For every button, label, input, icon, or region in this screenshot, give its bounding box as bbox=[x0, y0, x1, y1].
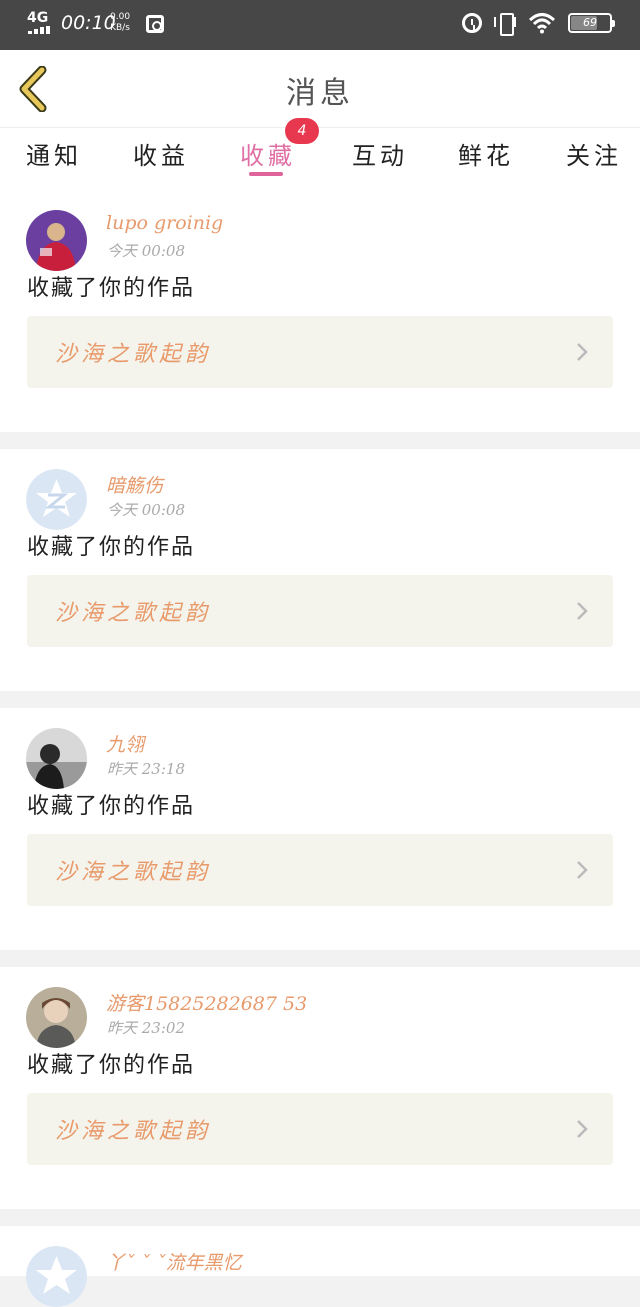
username[interactable]: 游客15825282687 53 bbox=[106, 989, 307, 1016]
work-link[interactable]: 沙海之歌起韵 bbox=[27, 575, 613, 647]
work-title: 沙海之歌起韵 bbox=[55, 601, 212, 626]
wifi-icon bbox=[528, 13, 556, 34]
signal-icon bbox=[28, 26, 54, 34]
action-text: 收藏了你的作品 bbox=[27, 1053, 196, 1078]
network-type: 4G bbox=[27, 10, 49, 26]
tab-flowers[interactable]: 鲜花 bbox=[458, 136, 514, 171]
action-text: 收藏了你的作品 bbox=[27, 794, 196, 819]
tab-following[interactable]: 关注 bbox=[566, 136, 622, 171]
tab-notifications[interactable]: 通知 bbox=[26, 136, 82, 171]
chevron-right-icon bbox=[577, 343, 588, 361]
vibrate-icon bbox=[494, 12, 516, 36]
battery-icon: 69 bbox=[568, 13, 615, 33]
work-title: 沙海之歌起韵 bbox=[55, 342, 212, 367]
active-tab-indicator bbox=[249, 172, 283, 176]
app-header: 消息 bbox=[0, 50, 640, 128]
timestamp: 今天 00:08 bbox=[107, 501, 185, 519]
username[interactable]: 丫ˇ ˇ ˇ流年黑忆 bbox=[106, 1248, 242, 1275]
avatar[interactable] bbox=[26, 1246, 87, 1307]
username[interactable]: 九翎 bbox=[106, 730, 144, 757]
page-title: 消息 bbox=[286, 76, 354, 111]
timestamp: 昨天 23:18 bbox=[107, 760, 185, 778]
message-card: lupo groinig 今天 00:08 收藏了你的作品 沙海之歌起韵 bbox=[0, 190, 640, 432]
action-text: 收藏了你的作品 bbox=[27, 535, 196, 560]
work-title: 沙海之歌起韵 bbox=[55, 860, 212, 885]
avatar[interactable] bbox=[26, 210, 87, 271]
action-text: 收藏了你的作品 bbox=[27, 276, 196, 301]
username[interactable]: lupo groinig bbox=[106, 212, 223, 234]
tab-interactions[interactable]: 互动 bbox=[352, 136, 408, 171]
tab-favorites[interactable]: 收藏 bbox=[240, 136, 296, 171]
avatar[interactable] bbox=[26, 469, 87, 530]
work-title: 沙海之歌起韵 bbox=[55, 1119, 212, 1144]
alarm-icon bbox=[462, 13, 482, 33]
chevron-right-icon bbox=[577, 1120, 588, 1138]
status-bar: 4G 00:10 0.00 KB/s 69 bbox=[0, 0, 640, 50]
work-link[interactable]: 沙海之歌起韵 bbox=[27, 1093, 613, 1165]
chevron-right-icon bbox=[577, 861, 588, 879]
timestamp: 昨天 23:02 bbox=[107, 1019, 185, 1037]
tab-bar: 通知 收益 收藏 4 互动 鲜花 关注 bbox=[0, 118, 640, 190]
work-link[interactable]: 沙海之歌起韵 bbox=[27, 316, 613, 388]
timestamp: 今天 00:08 bbox=[107, 242, 185, 260]
message-card: 九翎 昨天 23:18 收藏了你的作品 沙海之歌起韵 bbox=[0, 708, 640, 950]
tab-earnings[interactable]: 收益 bbox=[133, 136, 189, 171]
unread-badge: 4 bbox=[285, 118, 319, 144]
clock: 00:10 bbox=[61, 12, 116, 34]
message-card: 游客15825282687 53 昨天 23:02 收藏了你的作品 沙海之歌起韵 bbox=[0, 967, 640, 1209]
message-card: 丫ˇ ˇ ˇ流年黑忆 bbox=[0, 1226, 640, 1307]
chevron-right-icon bbox=[577, 602, 588, 620]
avatar[interactable] bbox=[26, 728, 87, 789]
work-link[interactable]: 沙海之歌起韵 bbox=[27, 834, 613, 906]
screenshot-icon bbox=[146, 15, 164, 33]
avatar[interactable] bbox=[26, 987, 87, 1048]
username[interactable]: 暗觞伤 bbox=[106, 471, 163, 498]
network-speed: 0.00 KB/s bbox=[110, 12, 131, 33]
message-card: 暗觞伤 今天 00:08 收藏了你的作品 沙海之歌起韵 bbox=[0, 449, 640, 691]
